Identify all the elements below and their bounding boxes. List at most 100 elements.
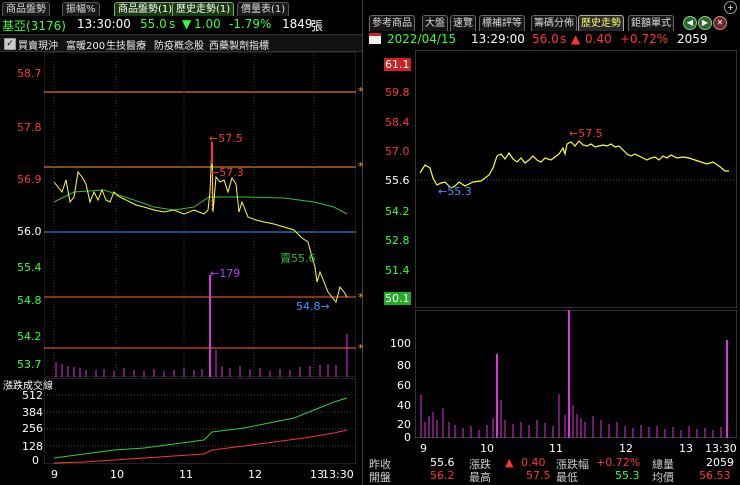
star-marker-icon: * [358, 160, 364, 173]
price-tick: 58.4 [385, 116, 410, 129]
low-price-marker: 54.8→ [296, 300, 330, 313]
legend-item[interactable]: 買賣現沖 [18, 37, 58, 52]
nav-close-icon[interactable]: ✕ [713, 16, 727, 30]
vol-tick: 60 [397, 379, 411, 392]
volume-peak-marker: ←179 [210, 267, 241, 280]
low-value: 55.3 [615, 469, 640, 482]
time-tick: 13 [679, 442, 693, 455]
legend-bar: ✓ 買賣現沖 富暖200 生技醫療 防疫概念股 西藥製劑指標 [0, 34, 362, 52]
price-line [53, 143, 348, 304]
time-tick: 13:30 [705, 442, 737, 455]
tab-reference-product[interactable]: 參考商品 [369, 15, 415, 31]
vol-tick: 100 [390, 337, 411, 350]
up-arrow-icon: ▲ [571, 32, 581, 46]
down-arrow-icon: ▼ [182, 17, 192, 31]
vol-tick: 20 [397, 418, 411, 431]
calendar-icon[interactable] [369, 33, 381, 44]
price-tick-highlight: 61.1 [384, 58, 411, 71]
price-tick: 56.0 [17, 225, 42, 238]
right-price: 56.0 [532, 32, 559, 46]
tab-history-trend-1[interactable]: 歷史走勢(1) [172, 2, 235, 16]
high-label: 最高 [469, 471, 491, 484]
nav-left-icon[interactable]: ◀ [683, 16, 697, 30]
nav-right-icon[interactable]: ▶ [698, 16, 712, 30]
open-value: 56.2 [430, 469, 455, 482]
right-history-chart [415, 50, 737, 308]
tab-block-trade[interactable]: 鉅額單式 [628, 15, 674, 31]
left-intraday-chart [44, 52, 356, 377]
time-tick: 11 [549, 442, 563, 455]
right-header: 2022/04/15 13:29:00 56.0 s ▲ 0.40 +0.72%… [365, 31, 740, 47]
tab-price-volume-1[interactable]: 價量表(1) [237, 2, 290, 16]
star-marker-icon: * [358, 85, 364, 98]
tab-market[interactable]: 大盤 [422, 15, 448, 31]
open-label: 開盤 [369, 471, 391, 484]
time-tick: 9 [51, 468, 58, 481]
volume-bars [55, 275, 348, 377]
right-price-unit: s [560, 32, 567, 46]
price-tick: 56.9 [17, 173, 42, 186]
sub-tick: 512 [22, 389, 43, 402]
time-tick: 10 [110, 468, 124, 481]
legend-item[interactable]: 生技醫療 [106, 37, 146, 52]
right-change: 0.40 [585, 32, 612, 46]
time-tick: 13:30 [322, 468, 354, 481]
total-vol-value: 2059 [706, 456, 734, 469]
change-pct-value: +0.72% [596, 456, 641, 469]
time-tick: 12 [248, 468, 262, 481]
history-high-marker: ←57.5 [569, 127, 603, 140]
price-tick: 51.4 [385, 264, 410, 277]
change-arrow-icon: ▲ [505, 456, 514, 469]
header-volume-unit: 張 [311, 19, 324, 33]
zoom-icon[interactable]: + [724, 1, 737, 14]
avg-label: 均價 [652, 471, 674, 484]
price-tick: 57.0 [385, 145, 410, 158]
history-price-line [419, 140, 729, 189]
near-high-price-marker: ←57.3 [210, 166, 244, 179]
right-date: 2022/04/15 [387, 32, 457, 46]
legend-item[interactable]: 防疫概念股 [154, 37, 204, 52]
header-change: 1.00 [194, 17, 221, 31]
header-change-pct: -1.79% [229, 17, 272, 31]
legend-item[interactable]: 富暖200 [66, 37, 105, 52]
vol-tick: 40 [397, 399, 411, 412]
price-tick: 53.7 [17, 358, 42, 371]
vol-tick: 80 [397, 359, 411, 372]
prev-close-value: 55.6 [430, 456, 455, 469]
history-low-marker: ←55.3 [438, 185, 472, 198]
header-volume: 1849 [282, 17, 313, 31]
price-tick: 54.2 [17, 330, 42, 343]
tab-history-trend[interactable]: 歷史走勢 [578, 15, 624, 31]
sub-tick: 128 [22, 440, 43, 453]
header-price: 55.0 [140, 17, 167, 31]
right-volume: 2059 [677, 32, 708, 46]
sub-tick: 384 [22, 406, 43, 419]
tab-product-board[interactable]: 商品盤勢 [2, 2, 50, 16]
price-tick-highlight: 50.1 [384, 292, 411, 305]
up-volume-line [53, 397, 348, 459]
tab-product-board-1[interactable]: 商品盤勢(1) [114, 2, 177, 16]
avg-price-line [53, 189, 348, 215]
vol-tick: 0 [404, 431, 411, 444]
tab-rating[interactable]: 標補評等 [479, 15, 525, 31]
right-change-pct: +0.72% [620, 32, 669, 46]
right-time: 13:29:00 [471, 32, 525, 46]
checkbox-icon[interactable]: ✓ [4, 38, 16, 50]
sub-tick: 0 [32, 454, 39, 467]
legend-item[interactable]: 西藥製劑指標 [209, 37, 269, 52]
time-tick: 10 [480, 442, 494, 455]
tab-quick-view[interactable]: 速覽 [450, 15, 476, 31]
price-tick: 58.7 [17, 67, 42, 80]
left-header: 基亞(3176) 13:30:00 55.0 s ▼ 1.00 -1.79% 1… [0, 15, 362, 34]
tab-chip-distribution[interactable]: 籌碼分佈 [531, 15, 577, 31]
symbol-name[interactable]: 基亞(3176) [2, 17, 66, 34]
price-tick: 55.6 [385, 174, 410, 187]
price-tick: 52.8 [385, 234, 410, 247]
tab-amplitude[interactable]: 振幅% [62, 2, 100, 16]
avg-value: 56.53 [699, 469, 731, 482]
right-volume-chart [415, 310, 737, 438]
rise-fall-volume-chart [44, 378, 356, 464]
header-time: 13:30:00 [77, 17, 131, 31]
low-label: 最低 [556, 471, 578, 484]
price-tick: 54.2 [385, 205, 410, 218]
